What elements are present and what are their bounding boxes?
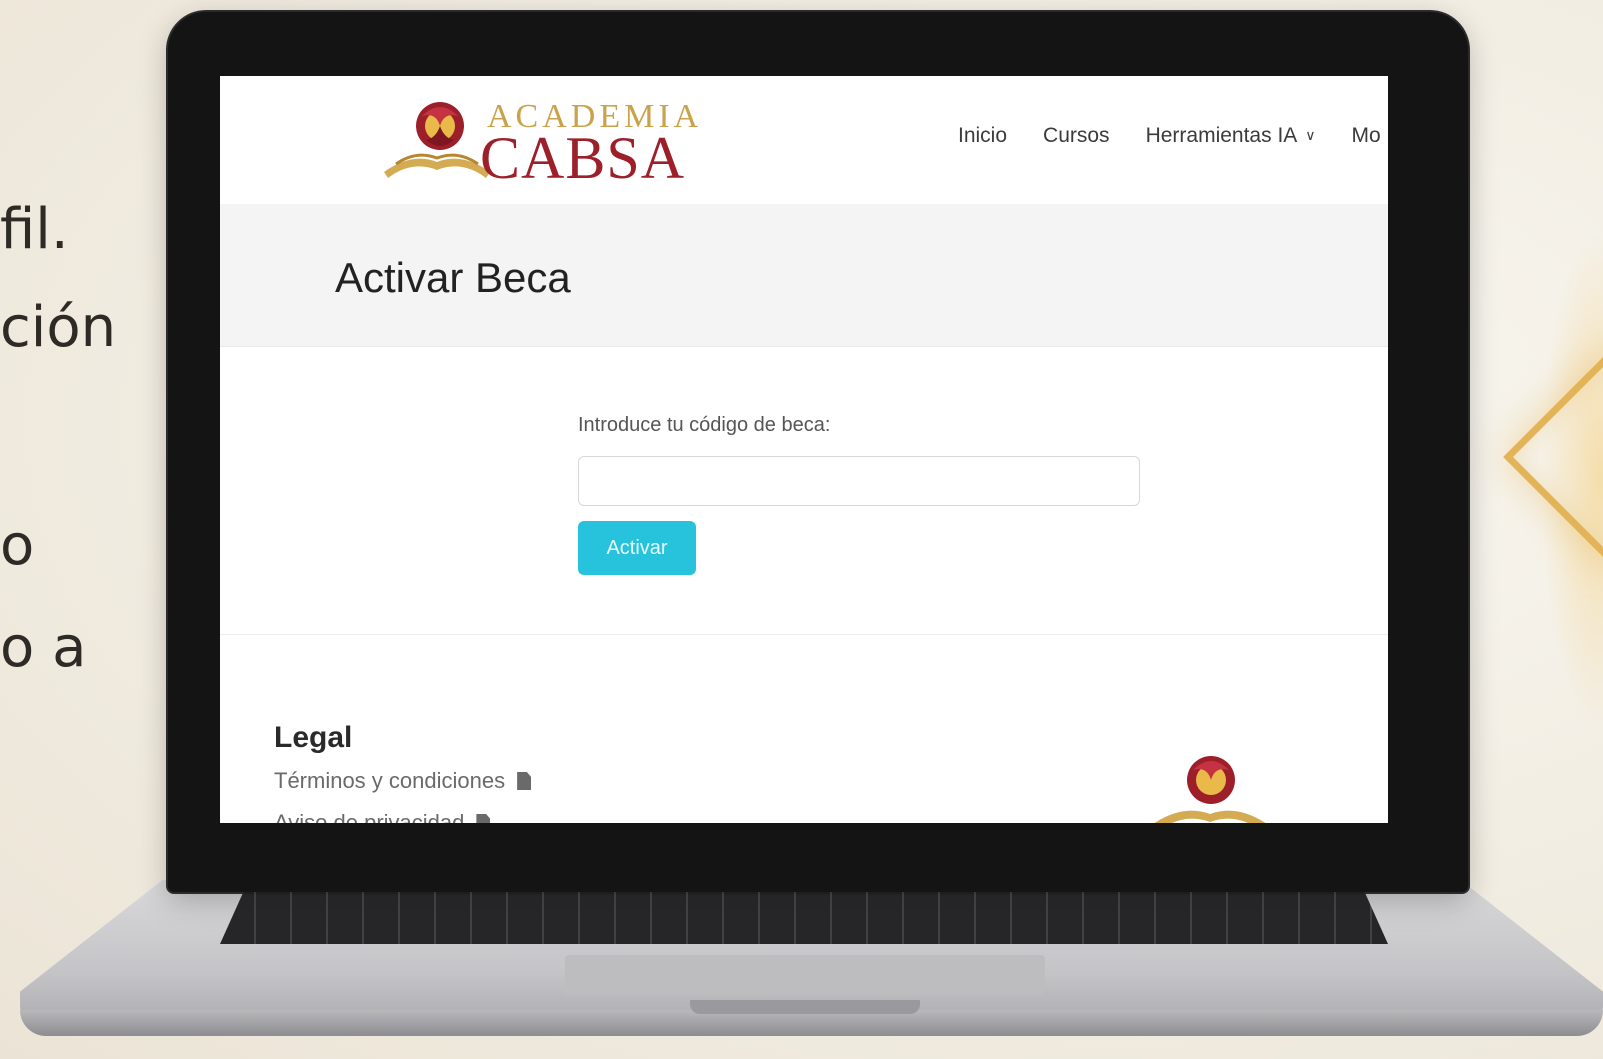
- nav-item-label: Cursos: [1043, 124, 1110, 147]
- laptop-trackpad: [565, 955, 1045, 995]
- site-header: ACADEMIA CABSA Inicio Cursos Herramienta…: [220, 76, 1388, 205]
- scholarship-code-input[interactable]: [578, 456, 1140, 506]
- nav-item-cursos[interactable]: Cursos: [1043, 124, 1110, 148]
- footer-link-terms[interactable]: Términos y condiciones: [274, 768, 532, 794]
- chevron-down-icon: ∨: [1305, 127, 1316, 143]
- footer-heading-legal: Legal: [274, 721, 353, 754]
- footer-link-label: Términos y condiciones: [274, 768, 506, 793]
- document-icon: [476, 814, 491, 823]
- laptop-screen: ACADEMIA CABSA Inicio Cursos Herramienta…: [220, 76, 1388, 823]
- nav-item-label: Herramientas IA: [1145, 124, 1298, 147]
- nav-item-inicio[interactable]: Inicio: [958, 124, 1007, 148]
- laptop-notch: [690, 1000, 920, 1014]
- footer-divider: [220, 634, 1388, 635]
- activate-button[interactable]: Activar: [578, 521, 696, 575]
- logo-mark-icon: [384, 102, 490, 178]
- page-title: Activar Beca: [335, 254, 571, 301]
- nav-item-label: Inicio: [958, 124, 1008, 147]
- slide-fragment: o: [0, 513, 35, 578]
- slide-fragment: fil.: [0, 197, 69, 262]
- nav-item-label: Mo: [1351, 124, 1381, 147]
- slide-fragment: ción: [0, 295, 117, 360]
- slide-fragment: o a: [0, 615, 87, 680]
- page-title-band: Activar Beca: [220, 204, 1388, 347]
- nav-item-cropped[interactable]: Mo: [1352, 124, 1381, 148]
- code-field-label: Introduce tu código de beca:: [578, 414, 831, 436]
- main-nav: Inicio Cursos Herramientas IA ∨ Mo: [958, 124, 1388, 148]
- logo-text-cabsa: CABSA: [480, 125, 686, 191]
- presentation-slide: fil. ción o o a ACADEMIA CABSA Inicio Cu…: [0, 0, 1603, 1059]
- footer-logo-icon: [1154, 756, 1266, 823]
- laptop-keyboard: [220, 892, 1388, 944]
- academia-cabsa-logo[interactable]: ACADEMIA CABSA: [382, 94, 702, 188]
- nav-item-herramientas-ia[interactable]: Herramientas IA ∨: [1146, 124, 1316, 148]
- footer-link-privacy[interactable]: Aviso de privacidad: [274, 810, 491, 823]
- document-icon: [517, 772, 532, 790]
- footer-link-label: Aviso de privacidad: [274, 810, 465, 823]
